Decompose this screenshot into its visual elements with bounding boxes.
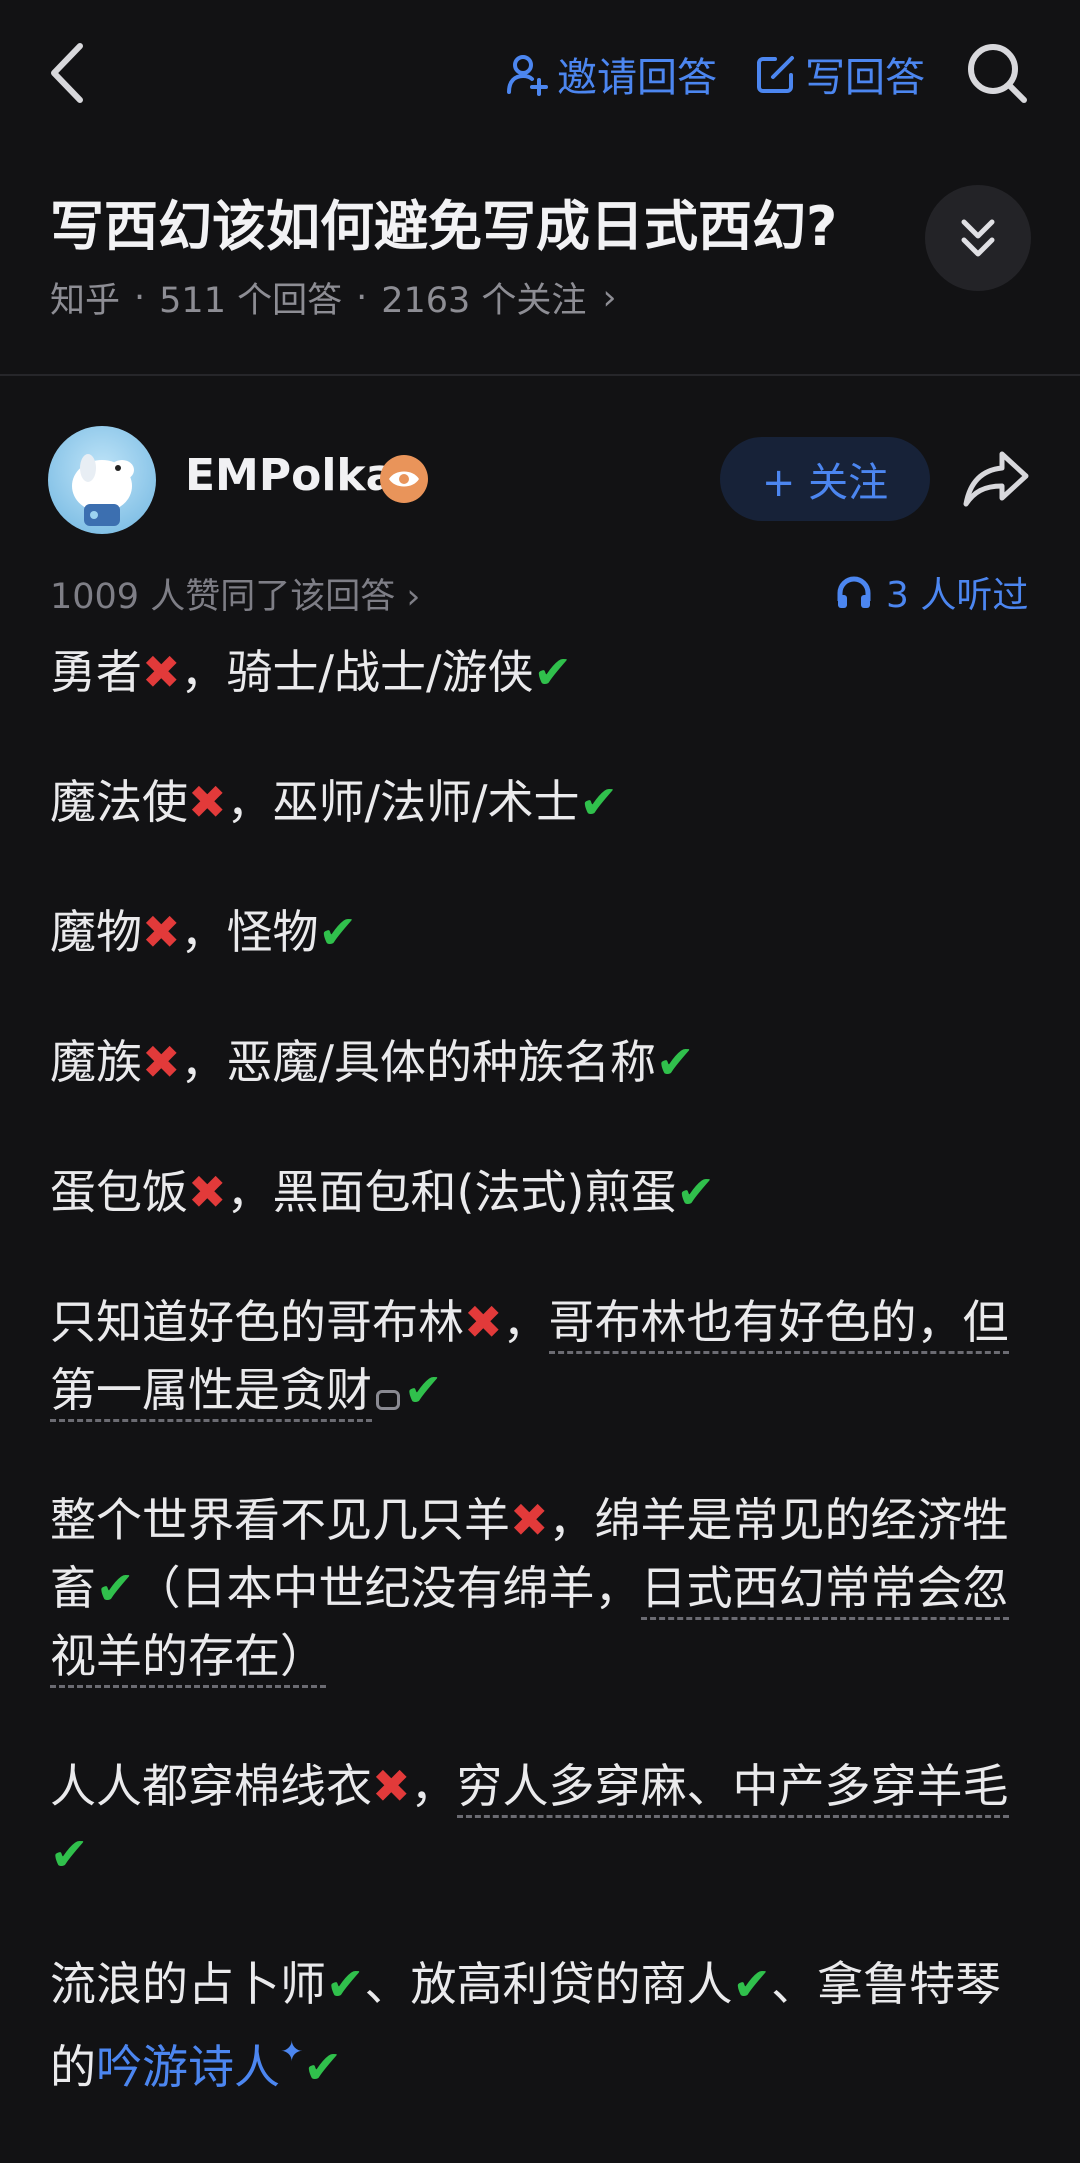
invite-answer-label: 邀请回答 — [557, 55, 717, 101]
answer-content: 勇者✖，骑士/战士/游侠✔ 魔法使✖，巫师/法师/术士✔ 魔物✖，怪物✔ 魔族✖… — [50, 638, 1030, 2163]
check-icon: ✔ — [656, 1035, 695, 1089]
right-term: ，黑面包和(法式)煎蛋 — [226, 1165, 677, 1219]
right-term: 流浪的占卜师 — [50, 1957, 326, 2011]
paragraph-6: 只知道好色的哥布林✖，哥布林也有好色的，但第一属性是贪财 ✔ — [50, 1288, 1030, 1424]
commented-text[interactable]: 穷人多穿麻、中产多穿羊毛 — [456, 1759, 1009, 1818]
chevron-right-icon: › — [602, 277, 617, 318]
edit-icon — [757, 56, 794, 93]
cross-icon: ✖ — [510, 1493, 549, 1547]
question-title[interactable]: 写西幻该如何避免写成日式西幻? — [50, 182, 837, 261]
paragraph-4: 魔族✖，恶魔/具体的种族名称✔ — [50, 1028, 1030, 1096]
chevron-left-icon — [51, 43, 83, 103]
cross-icon: ✖ — [464, 1295, 503, 1349]
check-icon: ✔ — [404, 1363, 443, 1417]
question-meta[interactable]: 知乎 · 511 个回答 · 2163 个关注 › — [50, 272, 616, 323]
write-answer-label: 写回答 — [805, 55, 925, 101]
paragraph-8: 人人都穿棉线衣✖，穷人多穿麻、中产多穿羊毛✔ — [50, 1759, 1009, 1881]
wrong-term: 魔物 — [50, 905, 142, 959]
sparkle-icon: ✦ — [280, 2035, 304, 2068]
follow-button[interactable]: + 关注 — [720, 437, 930, 521]
paragraph-2: 魔法使✖，巫师/法师/术士✔ — [50, 768, 1030, 836]
wrong-term: 整个世界看不见几只羊 — [50, 1493, 510, 1547]
check-icon: ✔ — [326, 1957, 365, 2011]
add-user-icon — [507, 55, 548, 96]
avatar-image — [72, 454, 134, 526]
right-term: ，怪物 — [180, 905, 319, 959]
check-icon: ✔ — [318, 905, 358, 959]
paragraph-1: 勇者✖，骑士/战士/游侠✔ — [50, 638, 1030, 706]
question-source: 知乎 — [50, 281, 121, 321]
wrong-term: 勇者 — [50, 645, 142, 699]
cross-icon: ✖ — [142, 1035, 181, 1089]
search-icon — [968, 44, 1027, 103]
wrong-term: 人人都穿棉线衣 — [50, 1759, 372, 1813]
back-button[interactable] — [44, 38, 92, 108]
check-icon: ✔ — [579, 775, 619, 829]
divider — [0, 374, 1080, 376]
follower-count: 2163 个关注 — [381, 281, 587, 321]
listened-label: 3 人听过 — [886, 575, 1029, 616]
comment-icon[interactable] — [376, 1390, 400, 1410]
listened-count[interactable]: 3 人听过 — [836, 566, 1028, 618]
expand-button[interactable] — [925, 185, 1031, 291]
vote-count[interactable]: 1009 人赞同了该回答 › — [50, 568, 420, 619]
check-icon: ✔ — [676, 1165, 715, 1219]
wrong-term: 魔法使 — [50, 775, 188, 829]
cross-icon: ✖ — [142, 905, 181, 959]
invite-answer-button[interactable]: 邀请回答 — [505, 44, 717, 104]
check-icon: ✔ — [732, 1957, 772, 2011]
headphones-icon — [837, 576, 871, 608]
bard-link[interactable]: 吟游诗人 — [96, 2040, 280, 2094]
top-bar: 邀请回答 写回答 — [0, 0, 1080, 150]
check-icon: ✔ — [533, 645, 573, 699]
check-icon: ✔ — [303, 2040, 343, 2094]
right-term: ，巫师/法师/术士 — [226, 775, 580, 829]
answer-count: 511 个回答 — [159, 281, 343, 321]
cross-icon: ✖ — [188, 1165, 227, 1219]
eye-icon — [389, 471, 419, 487]
search-button[interactable] — [964, 40, 1030, 106]
cross-icon: ✖ — [142, 645, 181, 699]
double-chevron-down-icon — [961, 219, 995, 257]
paragraph-9: 流浪的占卜师✔、放高利贷的商人✔、拿鲁特琴的吟游诗人✦✔ — [50, 1950, 1030, 2101]
right-term: ，恶魔/具体的种族名称 — [180, 1035, 657, 1089]
wrong-term: 魔族 — [50, 1035, 142, 1089]
wrong-term: 蛋包饭 — [50, 1165, 188, 1219]
right-term: ，骑士/战士/游侠 — [180, 645, 534, 699]
paragraph-5: 蛋包饭✖，黑面包和(法式)煎蛋✔ — [50, 1158, 1030, 1226]
avatar[interactable] — [48, 426, 156, 534]
verified-badge — [380, 455, 428, 503]
share-button[interactable] — [962, 448, 1032, 510]
write-answer-button[interactable]: 写回答 — [755, 44, 925, 104]
cross-icon: ✖ — [188, 775, 227, 829]
author-name[interactable]: EMPolka — [185, 450, 395, 501]
paragraph-3: 魔物✖，怪物✔ — [50, 898, 1030, 966]
cross-icon: ✖ — [372, 1759, 411, 1813]
check-icon: ✔ — [50, 1827, 89, 1881]
paragraph-7: 整个世界看不见几只羊✖，绵羊是常见的经济牲畜✔（日本中世纪没有绵羊，日式西幻常常… — [50, 1486, 1030, 1690]
share-icon — [963, 451, 1029, 507]
wrong-term: 只知道好色的哥布林 — [50, 1295, 464, 1349]
check-icon: ✔ — [96, 1561, 135, 1615]
right-term: 、放高利贷的商人 — [364, 1957, 733, 2011]
